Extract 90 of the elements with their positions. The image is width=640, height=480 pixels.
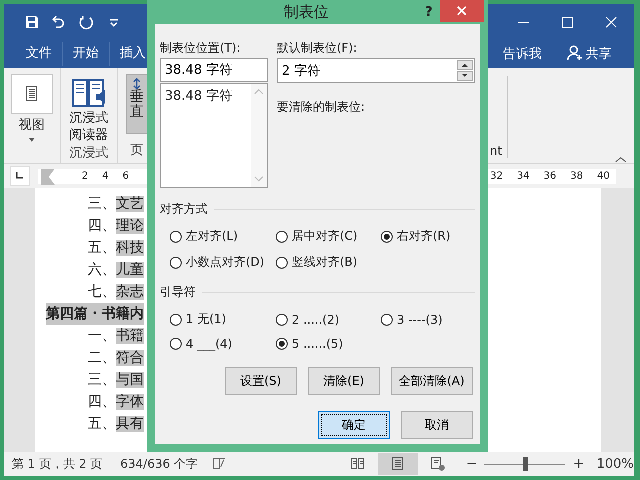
caret-icon xyxy=(27,135,37,143)
radio-button[interactable] xyxy=(170,314,182,326)
outline-line: 一、书籍 xyxy=(88,327,144,346)
tab-position-field[interactable]: 38.48 字符 xyxy=(160,58,268,82)
zoom-out-button[interactable]: − xyxy=(466,456,478,472)
field-label: 制表位位置(T): xyxy=(160,40,242,56)
radio-button[interactable] xyxy=(170,256,182,268)
ruler-number: 32 xyxy=(490,170,504,182)
immersive-reader-button[interactable]: 沉浸式阅读器 xyxy=(70,110,108,144)
radio-button[interactable] xyxy=(170,230,182,242)
outline-line: 六、儿童 xyxy=(88,261,144,280)
outline-line: 二、符合 xyxy=(88,349,144,368)
close-button[interactable] xyxy=(440,0,484,22)
radio-button[interactable] xyxy=(381,314,393,326)
indent-marker-icon xyxy=(41,168,55,184)
globe-page-icon xyxy=(430,456,446,472)
radio-label[interactable]: 竖线对齐(B) xyxy=(292,254,358,271)
ruler-number: 6 xyxy=(122,170,130,182)
scroll-down-icon xyxy=(253,175,265,183)
save-icon xyxy=(24,14,40,30)
dialog-button[interactable]: 全部清除(A) xyxy=(391,367,473,395)
ribbon-tab[interactable]: 文件 xyxy=(16,42,63,66)
page-count[interactable]: 第 1 页，共 2 页 xyxy=(12,456,103,472)
view-mode-button[interactable] xyxy=(378,453,418,475)
outline-line: 七、杂志 xyxy=(88,283,144,302)
undo-icon xyxy=(52,15,66,29)
group-label: 页 xyxy=(130,142,144,159)
radio-label[interactable]: 5 ......(5) xyxy=(292,337,344,351)
section-title: 对齐方式 xyxy=(160,201,208,218)
radio-button[interactable] xyxy=(276,230,288,242)
radio-label[interactable]: 4 ___(4) xyxy=(186,337,232,351)
outline-line: 五、科技 xyxy=(88,239,144,258)
tab-stop-icon xyxy=(15,171,25,181)
dialog-title: 制表位 xyxy=(283,2,330,22)
slider-thumb[interactable] xyxy=(522,457,528,471)
radio-button[interactable] xyxy=(276,338,288,350)
ruler-number: 36 xyxy=(544,170,557,182)
radio-label[interactable]: 右对齐(R) xyxy=(397,228,451,245)
tab-selector[interactable] xyxy=(10,166,30,186)
zoom-in-button[interactable]: + xyxy=(573,456,585,472)
ruler-number: 40 xyxy=(597,170,610,182)
outline-line: 四、字体 xyxy=(88,393,144,412)
radio-button[interactable] xyxy=(276,314,288,326)
dialog-button[interactable]: 清除(E) xyxy=(308,367,380,395)
ruler-number: 34 xyxy=(517,170,530,182)
collapse-icon xyxy=(614,155,628,165)
close-icon xyxy=(606,16,617,28)
maximize-icon xyxy=(562,16,573,28)
radio-label[interactable]: 2 .....(2) xyxy=(292,312,340,326)
outline-line: 三、与国 xyxy=(88,371,144,390)
section-title: 引导符 xyxy=(160,284,196,301)
book-icon xyxy=(350,456,366,472)
radio-label[interactable]: 小数点对齐(D) xyxy=(186,254,265,271)
ruler-number: 2 xyxy=(82,170,88,182)
page-icon xyxy=(390,456,406,472)
ruler-number: 4 xyxy=(102,170,109,182)
group-label: 沉浸式 xyxy=(70,145,108,162)
group-label: nt xyxy=(490,144,502,158)
cancel-button[interactable]: 取消 xyxy=(401,411,473,439)
help-button[interactable]: ? xyxy=(418,4,440,20)
vertical-button[interactable]: 垂直 xyxy=(126,74,148,134)
redo-icon xyxy=(78,14,94,30)
outline-line: 四、理论 xyxy=(88,217,144,236)
section-heading: 第四篇・书籍内 xyxy=(46,303,144,325)
word-count[interactable]: 634/636 个字 xyxy=(120,456,198,472)
radio-label[interactable]: 左对齐(L) xyxy=(186,228,238,245)
radio-label[interactable]: 3 ----(3) xyxy=(397,312,443,326)
tab-stop-list[interactable]: 38.48 字符 xyxy=(160,83,268,188)
up-down-arrow-icon xyxy=(133,78,141,90)
zoom-level[interactable]: 100% xyxy=(596,456,634,472)
field-label: 默认制表位(F): xyxy=(277,40,358,56)
close-icon xyxy=(456,5,468,17)
radio-button[interactable] xyxy=(381,230,393,242)
share-button[interactable]: 共享 xyxy=(586,45,612,63)
ruler-number: 38 xyxy=(570,170,584,182)
field-label: 要清除的制表位: xyxy=(277,99,366,116)
scroll-up-icon xyxy=(253,88,265,96)
radio-label[interactable]: 居中对齐(C) xyxy=(292,228,358,245)
radio-button[interactable] xyxy=(276,256,288,268)
radio-label[interactable]: 1 无(1) xyxy=(186,311,226,328)
outline-line: 五、具有 xyxy=(88,415,144,434)
ribbon-tab[interactable]: 开始 xyxy=(63,42,110,66)
person-add-icon xyxy=(566,45,584,63)
page-icon xyxy=(24,86,40,102)
tell-me-search[interactable]: 告诉我 xyxy=(503,45,542,63)
ok-button[interactable]: 确定 xyxy=(318,411,390,439)
dialog-button[interactable]: 设置(S) xyxy=(225,367,297,395)
radio-button[interactable] xyxy=(170,338,182,350)
list-item[interactable]: 38.48 字符 xyxy=(161,84,251,108)
outline-line: 三、文艺 xyxy=(88,195,144,214)
